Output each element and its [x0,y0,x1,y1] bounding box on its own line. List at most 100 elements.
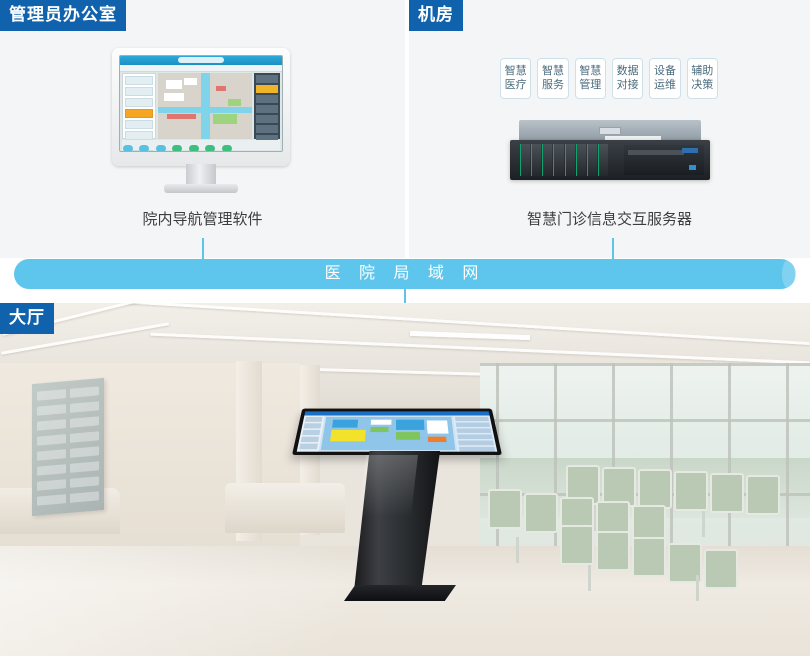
drive-bay [542,144,553,176]
capability-chip: 智慧 服务 [537,58,569,99]
waiting-seat [638,469,672,509]
monitor-bezel [112,48,290,166]
status-pill [155,145,166,151]
waiting-seat [632,537,666,577]
admin-office-tag: 管理员办公室 [0,0,126,31]
map-room [163,92,185,101]
kiosk-pedestal-highlight [358,455,418,517]
sign-row [37,491,99,506]
panel-block [125,131,153,140]
status-pill [188,145,199,151]
kiosk-list-item [456,428,492,433]
drive-bay [520,144,531,176]
sign-row [37,461,99,476]
map-tile [370,426,389,433]
window-mullion [480,419,810,422]
status-pill [205,145,216,151]
status-pill [172,145,183,151]
sign-cell [70,416,99,428]
status-pill [139,145,150,151]
sign-row [37,386,99,401]
sign-row [37,401,99,416]
panel-block-highlight [125,109,153,118]
kiosk-list-item [458,440,494,446]
power-led-icon [689,165,696,170]
drive-bay [553,144,564,176]
drive-bay [597,144,608,176]
server-room-caption: 智慧门诊信息交互服务器 [526,211,692,228]
map-room [184,78,198,85]
admin-office-panel: 管理员办公室 院内导航管理软件 [0,0,405,258]
map-room [216,86,226,92]
waiting-seat [596,531,630,571]
waiting-seat [710,473,744,513]
sign-cell [37,389,66,401]
sign-row [37,476,99,491]
sign-cell [37,449,66,461]
sign-cell [37,479,66,491]
panel-block [256,105,278,113]
optical-drive [628,150,684,155]
map-tile [396,432,420,440]
drive-bay [575,144,586,176]
map-room [167,113,196,120]
top-diagram-area: 管理员办公室 院内导航管理软件 机房 智慧 医疗 智慧 服务 智慧 管理 数据 … [0,0,810,262]
seat-leg [696,575,699,601]
seat-leg [516,537,519,563]
lobby-photo [0,303,810,656]
kiosk-list-item [454,416,489,422]
window-mullion [728,363,731,563]
drive-bay [564,144,575,176]
ceiling-light [409,330,531,341]
sign-cell [37,464,66,476]
server-drive-bays [520,144,608,176]
sign-cell [70,476,99,488]
directory-sign [32,377,104,517]
kiosk-map-ui [296,411,498,452]
window-mullion [480,363,810,366]
capability-chip: 智慧 管理 [574,58,606,99]
software-right-panel [254,73,280,143]
touch-kiosk-icon[interactable] [292,393,502,623]
panel-block [256,75,278,83]
waiting-seat [674,471,708,511]
software-toolbar [120,65,282,72]
map-corridor [201,73,210,139]
server-front-panel [510,140,710,180]
rack-server-icon [510,120,710,180]
panel-block [256,125,278,133]
sign-cell [37,494,66,506]
status-pill [221,145,232,151]
sign-cell [37,434,66,446]
map-tile [332,419,359,428]
drive-bay [586,144,597,176]
kiosk-list-item [299,443,318,450]
window-mullion [670,363,673,563]
kiosk-list-item [303,423,322,429]
capability-chip: 数据 对接 [611,58,644,99]
drive-bay [531,144,542,176]
panel-block [256,95,278,103]
panel-block [125,87,153,96]
map-room [165,79,183,89]
map-tile-highlight [330,430,366,442]
panel-block [125,120,153,129]
lobby-panel: 大厅 2D/3D 地图 快速定位 路线导航 地图导航屏 [0,303,810,656]
hospital-lan-label: 医 院 局 域 网 [324,265,486,282]
kiosk-ui-map [320,416,456,451]
capability-chip: 设备 运维 [649,58,681,99]
kiosk-list-item [458,446,496,452]
kiosk-base-plate [344,585,456,601]
monitor-screen [119,55,283,152]
map-room [227,99,241,106]
sign-row [37,446,99,461]
lobby-tag: 大厅 [0,303,54,334]
server-room-tag: 机房 [409,0,463,31]
kiosk-list-item [302,429,321,436]
server-right-module [624,145,704,175]
kiosk-touchscreen[interactable] [292,408,502,455]
sign-cell [37,404,66,416]
sign-cell [70,386,99,398]
admin-office-caption: 院内导航管理软件 [142,211,263,228]
monitor-stand-base [164,184,238,193]
